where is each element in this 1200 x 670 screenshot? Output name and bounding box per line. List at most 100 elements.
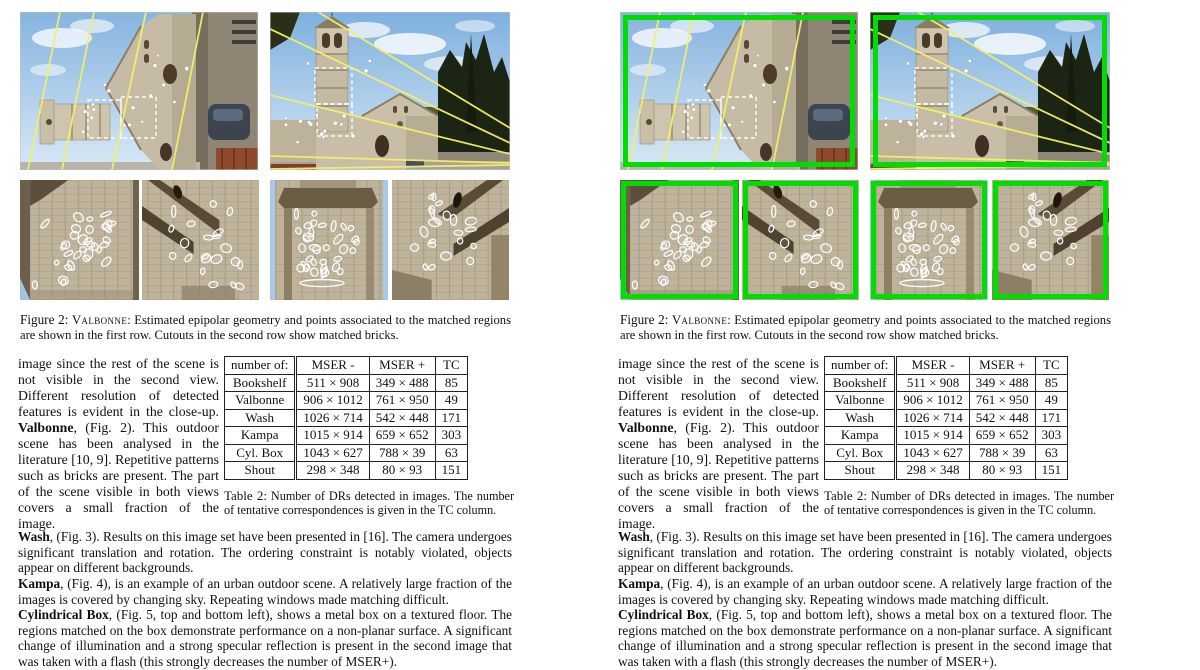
figure-cutout-bricks-4 [992,180,1109,300]
table-cell: 349 × 488 [969,374,1035,392]
table-cell: 151 [1035,462,1068,480]
figure-cutout-bricks-4 [392,180,509,300]
table-2-block: number of:MSER -MSER +TC Bookshelf511 × 9… [224,356,514,517]
table-cell: 151 [435,462,468,480]
table-header-cell: MSER + [969,357,1035,375]
church-rotated-photo [620,12,858,170]
church-upright-photo [870,12,1110,170]
table-row: Kampa1015 × 914659 × 652303 [225,427,468,445]
body-column-text: image since the rest of the scene is not… [18,356,219,531]
paragraph-kampa: Kampa, (Fig. 4), is an example of an urb… [618,576,1112,607]
table-header-cell: number of: [825,357,896,375]
paragraph-cylindrical-box: Cylindrical Box, (Fig. 5, top and bottom… [18,607,512,670]
table-cell: Valbonne [225,392,296,410]
table-cell: Cyl. Box [225,444,296,462]
table-row: Cyl. Box1043 × 627788 × 3963 [825,444,1068,462]
figure-image-church-upright [270,12,510,170]
figure-cutout-bricks-2 [142,180,259,300]
table-cell: 906 × 1012 [296,392,369,410]
column-text-pre: image since the rest of the scene is not… [618,356,819,419]
table-cell: 298 × 348 [896,462,969,480]
bricks-cutout-photo [392,180,509,300]
table-cell: 511 × 908 [296,374,369,392]
table-cell: Kampa [225,427,296,445]
table-cell: 80 × 93 [369,462,435,480]
figure-caption-label: Figure 2: [20,312,68,327]
table-header-cell: TC [1035,357,1068,375]
figure-cutout-bricks-3 [870,180,988,300]
bricks-cutout-photo [742,180,859,300]
bricks-cutout-photo [870,180,988,300]
table-row: Wash1026 × 714542 × 448171 [225,409,468,427]
bricks-cutout-photo [620,180,739,300]
figure-caption-scene-name: Valbonne [672,313,727,327]
figure-cutout-bricks-1 [20,180,139,300]
paper-page-annotated: Figure 2: Valbonne: Estimated epipolar g… [600,0,1200,669]
table-caption-text: Number of DRs detected in images. The nu… [224,489,514,517]
table-cell: Bookshelf [825,374,896,392]
figure-image-church-rotated [20,12,258,170]
table-cell: Kampa [825,427,896,445]
table-cell: 171 [1035,409,1068,427]
table-cell: Bookshelf [225,374,296,392]
bricks-cutout-photo [142,180,259,300]
table-row: Shout298 × 34880 × 93151 [825,462,1068,480]
table-row: Valbonne906 × 1012761 × 95049 [825,392,1068,410]
table-cell: Valbonne [825,392,896,410]
figure-caption-scene-name: Valbonne [72,313,127,327]
bricks-cutout-photo [270,180,388,300]
paragraph-lead-wash: Wash [18,529,50,544]
figure-caption: Figure 2: Valbonne: Estimated epipolar g… [620,313,1111,342]
table-caption: Table 2: Number of DRs detected in image… [224,489,514,518]
paragraph-wash: Wash, (Fig. 3). Results on this image se… [618,529,1112,576]
bricks-cutout-photo [992,180,1109,300]
table-2-detected-regions: number of:MSER -MSER +TC Bookshelf511 × 9… [824,356,1068,480]
figure-cutout-bricks-1 [620,180,739,300]
table-cell: 85 [435,374,468,392]
church-rotated-photo [20,12,258,170]
table-row: Kampa1015 × 914659 × 652303 [825,427,1068,445]
paragraph-lead-kampa: Kampa [618,576,660,591]
table-header-cell: number of: [225,357,296,375]
table-cell: 349 × 488 [369,374,435,392]
figure-caption: Figure 2: Valbonne: Estimated epipolar g… [20,313,511,342]
table-cell: 659 × 652 [369,427,435,445]
paragraph-kampa: Kampa, (Fig. 4), is an example of an urb… [18,576,512,607]
table-caption-label: Table 2: [824,488,867,503]
table-caption: Table 2: Number of DRs detected in image… [824,489,1114,518]
table-cell: 85 [1035,374,1068,392]
table-cell: 171 [435,409,468,427]
table-caption-text: Number of DRs detected in images. The nu… [824,489,1114,517]
figure-2-valbonne [0,0,600,305]
church-upright-photo [270,12,510,170]
table-cell: 659 × 652 [969,427,1035,445]
table-cell: 761 × 950 [969,392,1035,410]
table-cell: 298 × 348 [296,462,369,480]
paragraph-lead-cylbox: Cylindrical Box [618,607,709,622]
table-cell: 1015 × 914 [896,427,969,445]
table-cell: 542 × 448 [369,409,435,427]
table-cell: 542 × 448 [969,409,1035,427]
table-header-cell: MSER - [296,357,369,375]
table-cell: Wash [225,409,296,427]
table-cell: Shout [225,462,296,480]
paragraph-lead-wash: Wash [618,529,650,544]
column-text-bold-valbonne: Valbonne [618,420,673,435]
table-cell: 49 [435,392,468,410]
paragraph-text-wash: , (Fig. 3). Results on this image set ha… [618,529,1112,575]
paragraph-text-kampa: , (Fig. 4), is an example of an urban ou… [18,576,512,607]
table-header-cell: TC [435,357,468,375]
paper-page-original: Figure 2: Valbonne: Estimated epipolar g… [0,0,600,669]
figure-cutout-bricks-3 [270,180,388,300]
column-text-post: , (Fig. 2). This outdoor scene has been … [18,420,219,531]
table-header-cell: MSER + [369,357,435,375]
table-row: Cyl. Box1043 × 627788 × 3963 [225,444,468,462]
table-cell: 1015 × 914 [296,427,369,445]
table-cell: 906 × 1012 [896,392,969,410]
table-cell: 1043 × 627 [896,444,969,462]
table-cell: 788 × 39 [369,444,435,462]
body-paragraphs: Wash, (Fig. 3). Results on this image se… [618,529,1112,670]
table-header-cell: MSER - [896,357,969,375]
table-cell: Wash [825,409,896,427]
table-cell: 511 × 908 [896,374,969,392]
